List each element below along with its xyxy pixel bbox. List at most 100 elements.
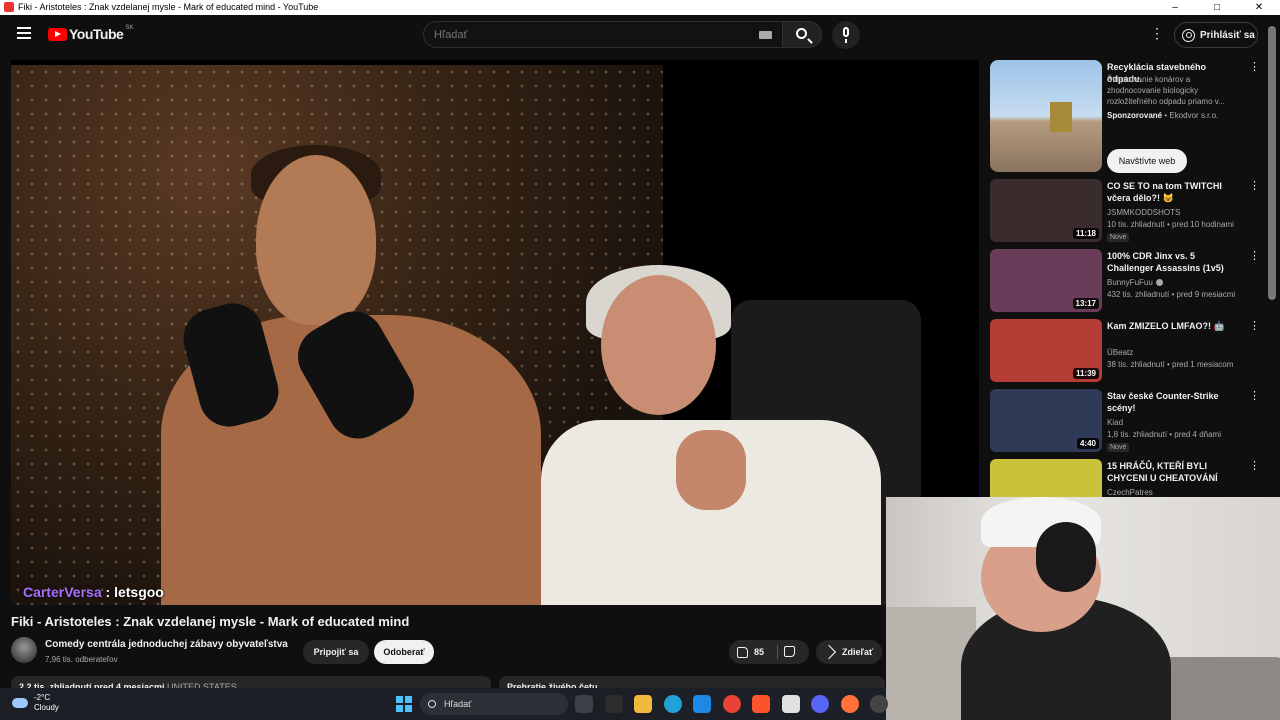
windows-start-icon[interactable] — [396, 696, 412, 712]
ad-sponsor: Sponzorované • Ekodvor s.r.o. — [1107, 110, 1237, 121]
window-titlebar: Fiki - Aristoteles : Znak vzdelanej mysl… — [0, 0, 1280, 15]
scrollbar[interactable] — [1268, 26, 1276, 300]
obs-icon[interactable] — [870, 695, 888, 713]
visit-website-button[interactable]: Navštívte web — [1107, 149, 1187, 173]
recommendation-item[interactable]: 11:39 Kam ZMIZELO LMFAO?! 🤖 ÜBeatz 38 tis. … — [990, 317, 1265, 385]
recommendation-title[interactable]: Kam ZMIZELO LMFAO?! 🤖 — [1107, 320, 1237, 332]
ad-thumbnail[interactable] — [990, 60, 1102, 172]
store-icon[interactable] — [693, 695, 711, 713]
weather-widget[interactable]: -2°C Cloudy — [12, 693, 59, 713]
more-actions-icon[interactable]: ⋮ — [1249, 461, 1260, 472]
headset-icon — [1036, 522, 1096, 592]
channel-name[interactable]: Comedy centrála jednoduchej zábavy obyva… — [45, 639, 288, 650]
notepad-icon[interactable] — [781, 695, 800, 713]
recommendation-list: 11:18 CO SE TO na tom TWITCHI včera dělo?… — [990, 177, 1265, 500]
youtube-play-icon — [48, 27, 67, 41]
like-count: 85 — [754, 647, 765, 657]
close-button[interactable]: ✕ — [1238, 0, 1280, 15]
more-actions-icon[interactable]: ⋮ — [1249, 181, 1260, 192]
video-thumbnail[interactable] — [990, 459, 1102, 500]
duration-badge: 11:18 — [1072, 228, 1099, 239]
region-code: SK — [125, 25, 134, 31]
keyboard-icon[interactable] — [759, 31, 772, 39]
duration-badge: 11:39 — [1072, 368, 1099, 379]
subscriber-count: 7,96 tis. odberateľov — [45, 655, 118, 664]
thumbs-up-icon — [737, 646, 748, 658]
ad-description: Štiepkovanie konárov a zhodnocovanie bio… — [1107, 75, 1225, 106]
new-badge: Nové — [1107, 233, 1130, 242]
minimize-button[interactable]: – — [1154, 0, 1196, 15]
voice-search-button[interactable] — [832, 21, 860, 49]
youtube-logo[interactable]: YouTube SK — [48, 25, 134, 42]
join-button[interactable]: Pripojiť sa — [303, 640, 369, 664]
menu-icon[interactable] — [17, 27, 31, 39]
windows-taskbar: -2°C Cloudy Hľadať — [0, 688, 888, 720]
more-actions-icon[interactable]: ⋮ — [1249, 321, 1260, 332]
recommendation-channel[interactable]: JSMMKODDSHOTS — [1107, 207, 1237, 218]
video-player[interactable]: CarterVersa : letsgoo — [11, 60, 979, 605]
video-title: Fiki - Aristoteles : Znak vzdelanej mysl… — [11, 614, 410, 629]
new-badge: Nové — [1107, 443, 1130, 452]
taskbar-search[interactable]: Hľadať — [420, 693, 568, 715]
recommendation-item[interactable]: 15 HRÁČŮ, KTEŘÍ BYLI CHYCENI U CHEATOVÁN… — [990, 457, 1265, 500]
settings-more-icon[interactable]: ⋮ — [1150, 26, 1164, 40]
video-thumbnail[interactable]: 11:18 — [990, 179, 1102, 242]
discord-icon[interactable] — [811, 695, 829, 713]
file-explorer-icon[interactable] — [634, 695, 652, 713]
widgets-icon[interactable] — [604, 695, 623, 713]
subscribe-button[interactable]: Odoberať — [374, 640, 434, 664]
sponsored-label: Sponzorované — [1107, 111, 1163, 120]
more-actions-icon[interactable]: ⋮ — [1249, 251, 1260, 262]
sponsored-ad[interactable]: Recyklácia stavebného odpadu. Štiepkovan… — [990, 60, 1265, 175]
channel-label: CzechPatres — [1107, 488, 1153, 497]
verified-icon — [1155, 279, 1163, 287]
video-thumbnail[interactable]: 13:17 — [990, 249, 1102, 312]
brave-icon[interactable] — [752, 695, 770, 713]
chat-message: : letsgoo — [101, 584, 164, 600]
share-label: Zdieľať — [842, 647, 874, 657]
recommendation-item[interactable]: 11:18 CO SE TO na tom TWITCHI včera dělo?… — [990, 177, 1265, 245]
channel-label: BunnyFuFuu — [1107, 278, 1153, 287]
recommendation-title[interactable]: Stav české Counter-Strike scény! — [1107, 390, 1237, 414]
recommendation-channel[interactable]: ÜBeatz — [1107, 347, 1237, 358]
search-button[interactable] — [782, 21, 822, 48]
share-button[interactable]: Zdieľať — [816, 640, 882, 664]
search-box — [423, 21, 783, 48]
microphone-icon — [843, 27, 849, 43]
recommendation-channel[interactable]: BunnyFuFuu — [1107, 277, 1237, 288]
cloud-icon — [12, 698, 28, 708]
recommendation-title[interactable]: 15 HRÁČŮ, KTEŘÍ BYLI CHYCENI U CHEATOVÁN… — [1107, 460, 1237, 484]
window-title: Fiki - Aristoteles : Znak vzdelanej mysl… — [18, 2, 319, 12]
recommendation-item[interactable]: 13:17 100% CDR Jinx vs. 5 Challenger Assa… — [990, 247, 1265, 315]
channel-avatar[interactable] — [11, 637, 37, 663]
video-thumbnail[interactable]: 4:40 — [990, 389, 1102, 452]
signin-label: Prihlásiť sa — [1200, 29, 1255, 41]
temperature: -2°C — [34, 693, 51, 702]
taskbar-apps — [575, 695, 900, 713]
task-view-icon[interactable] — [575, 695, 593, 713]
thumbs-down-icon[interactable] — [784, 646, 795, 657]
taskbar-search-label: Hľadať — [444, 699, 472, 709]
maximize-button[interactable]: □ — [1196, 0, 1238, 15]
account-icon — [1182, 28, 1195, 42]
channel-label: JSMMKODDSHOTS — [1107, 208, 1181, 217]
recommendation-meta: 432 tis. zhliadnutí • pred 9 mesiacmi — [1107, 290, 1236, 299]
edge-icon[interactable] — [663, 695, 682, 713]
recommendation-channel[interactable]: Kiad — [1107, 417, 1237, 428]
share-icon — [821, 644, 837, 660]
recommendation-title[interactable]: CO SE TO na tom TWITCHI včera dělo?! 😺 — [1107, 180, 1237, 204]
signin-button[interactable]: Prihlásiť sa — [1174, 22, 1258, 48]
recommendation-item[interactable]: 4:40 Stav české Counter-Strike scény! Kiad… — [990, 387, 1265, 455]
firefox-icon[interactable] — [840, 695, 859, 713]
like-dislike-group: 85 — [729, 640, 809, 664]
recommendation-title[interactable]: 100% CDR Jinx vs. 5 Challenger Assassins… — [1107, 250, 1237, 274]
video-thumbnail[interactable]: 11:39 — [990, 319, 1102, 382]
search-icon — [428, 700, 436, 708]
like-button[interactable]: 85 — [729, 640, 775, 664]
chrome-icon[interactable] — [722, 695, 741, 713]
more-actions-icon[interactable]: ⋮ — [1249, 391, 1260, 402]
search-input[interactable] — [424, 22, 744, 47]
channel-label: ÜBeatz — [1107, 348, 1134, 357]
recommendation-meta: 1,8 tis. zhliadnutí • pred 4 dňami — [1107, 430, 1221, 439]
ad-more-icon[interactable]: ⋮ — [1249, 62, 1260, 73]
